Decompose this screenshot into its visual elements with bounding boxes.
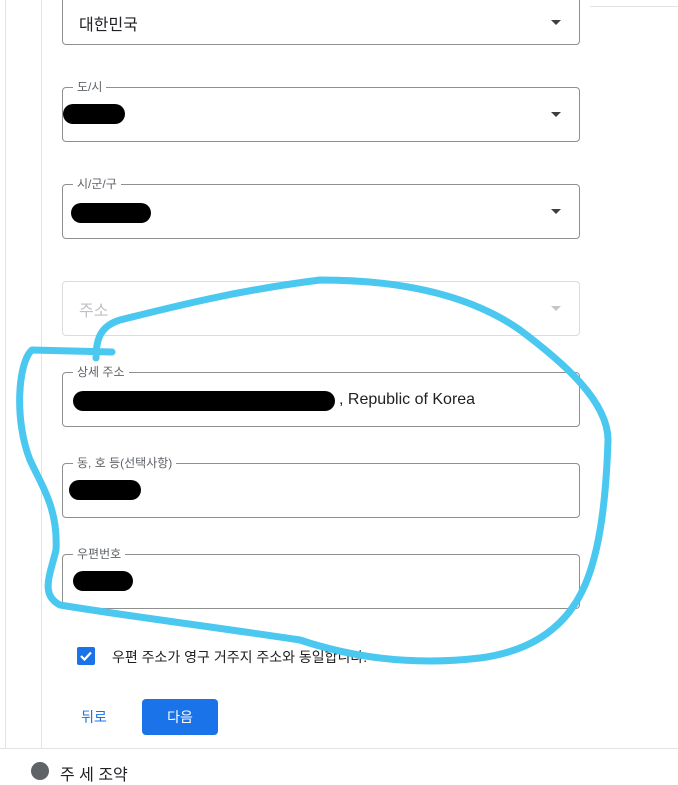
chevron-down-icon xyxy=(551,305,561,311)
city-select[interactable]: 시/군/구 xyxy=(62,177,580,239)
section-divider xyxy=(0,748,678,749)
address-placeholder: 주소 xyxy=(79,302,109,320)
province-label: 도/시 xyxy=(73,80,107,94)
detail-address-field[interactable]: 상세 주소 , Republic of Korea xyxy=(62,365,580,427)
redaction-mark xyxy=(63,104,125,124)
redaction-mark xyxy=(69,480,141,500)
city-label: 시/군/구 xyxy=(73,177,121,191)
footer-section-title: 주 세 조약 xyxy=(60,767,128,784)
postal-code-label: 우편번호 xyxy=(73,547,126,561)
next-button[interactable]: 다음 xyxy=(142,699,218,735)
address-select[interactable]: 주소 xyxy=(62,281,580,336)
province-select[interactable]: 도/시 xyxy=(62,80,580,142)
section-icon xyxy=(31,762,49,780)
redaction-mark xyxy=(73,391,335,411)
redaction-mark xyxy=(73,571,133,591)
unit-label: 동, 호 등(선택사항) xyxy=(73,456,177,470)
detail-address-label: 상세 주소 xyxy=(73,365,129,379)
chevron-down-icon xyxy=(551,208,561,214)
chevron-down-icon xyxy=(551,111,561,117)
unit-field[interactable]: 동, 호 등(선택사항) xyxy=(62,456,580,518)
country-select[interactable]: 대한민국 xyxy=(62,0,580,45)
checkmark-icon xyxy=(80,651,92,662)
same-address-label: 우편 주소가 영구 거주지 주소와 동일합니다. xyxy=(112,649,368,665)
same-address-checkbox[interactable] xyxy=(77,647,95,665)
back-button[interactable]: 뒤로 xyxy=(66,700,122,734)
content-divider xyxy=(41,0,42,748)
top-divider xyxy=(590,6,678,7)
country-value: 대한민국 xyxy=(79,16,138,34)
detail-address-value: , Republic of Korea xyxy=(339,390,476,408)
chevron-down-icon xyxy=(551,19,561,25)
left-divider xyxy=(5,0,6,748)
redaction-mark xyxy=(71,203,151,223)
postal-code-field[interactable]: 우편번호 xyxy=(62,547,580,609)
